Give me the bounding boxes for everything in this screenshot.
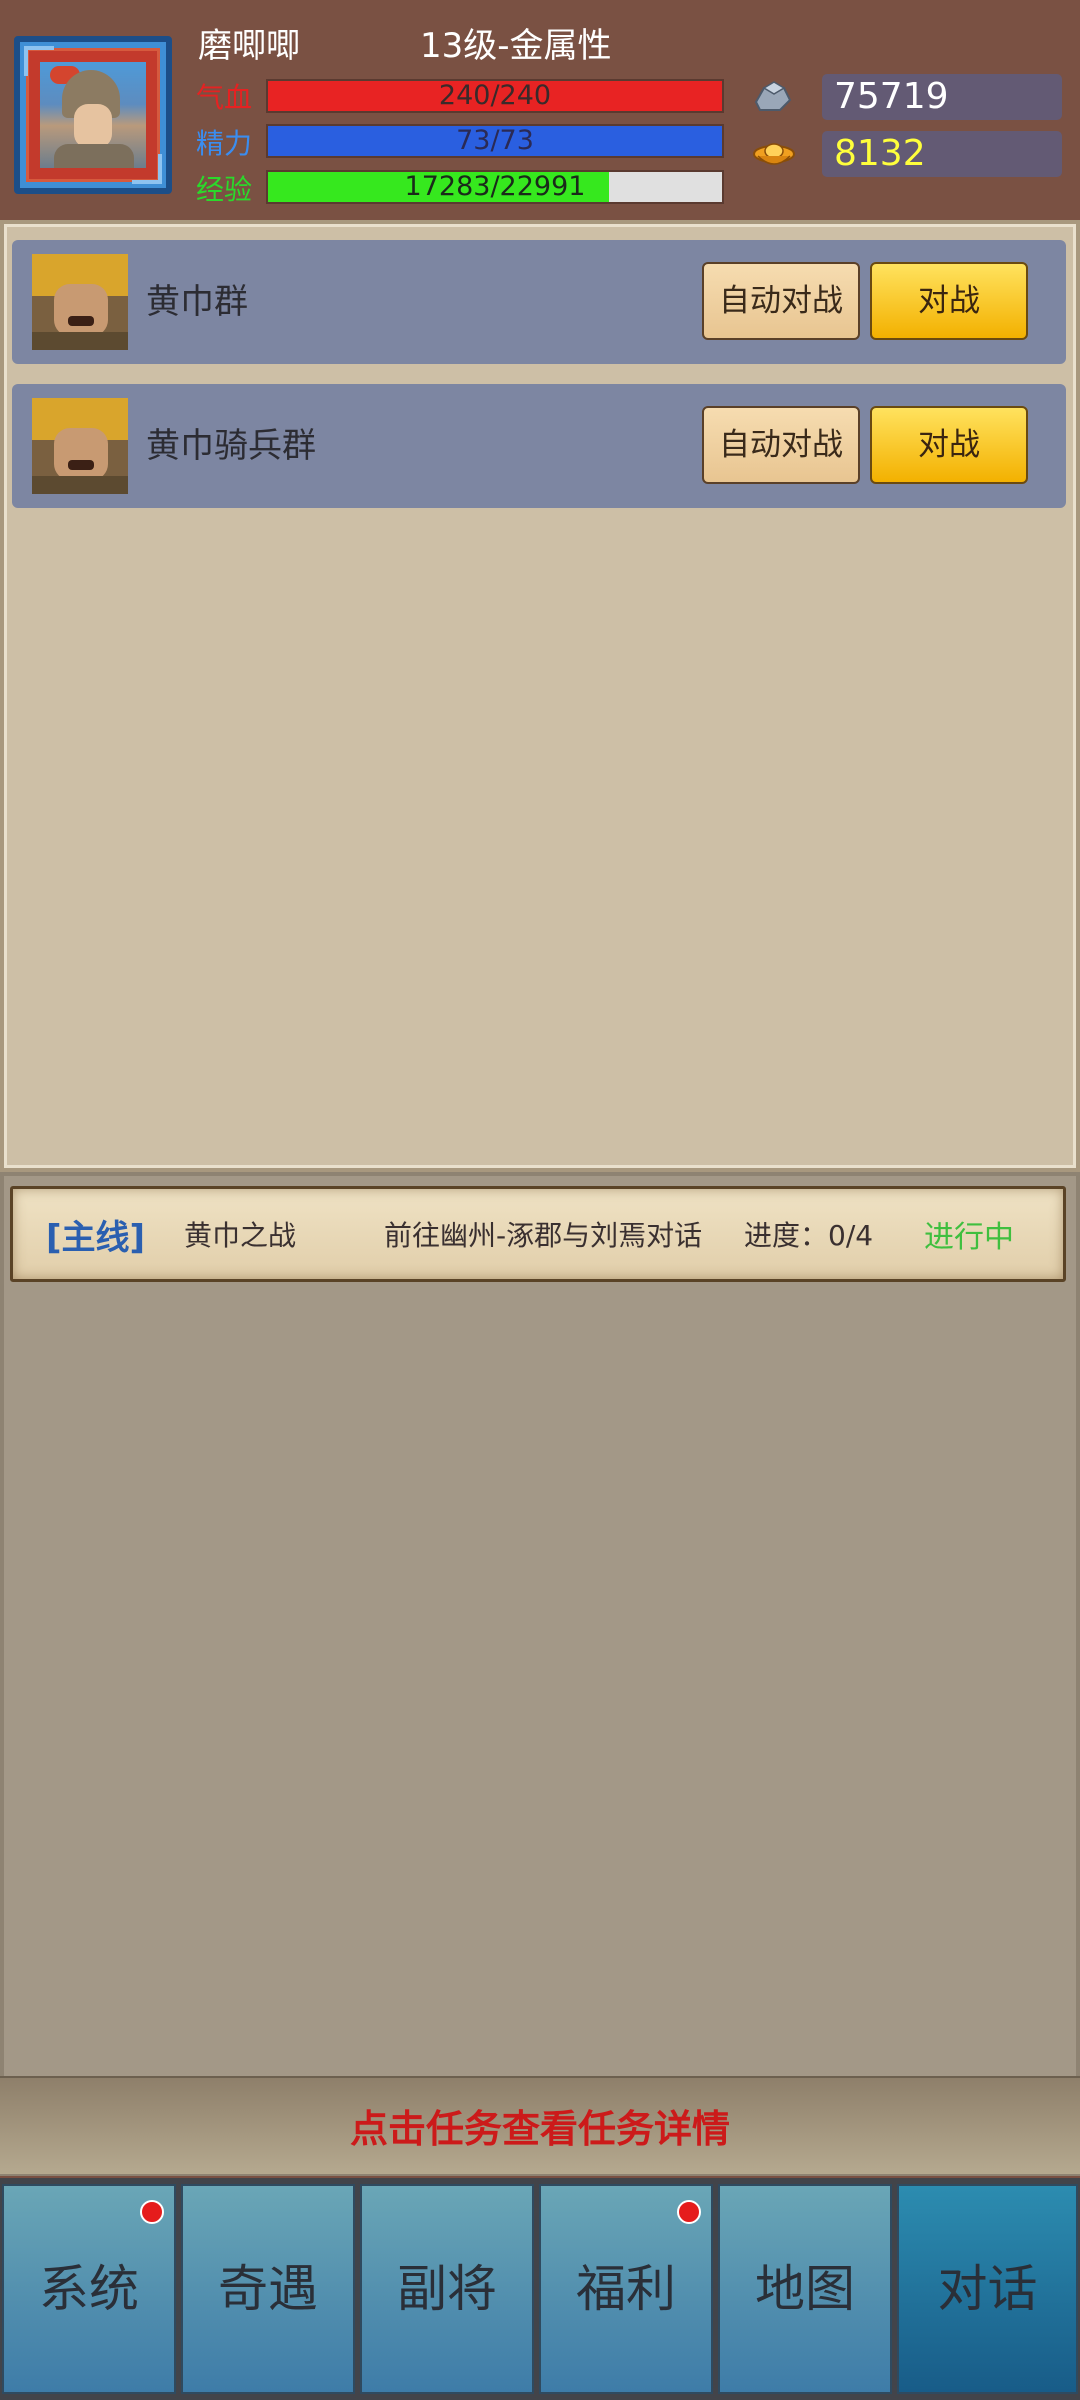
avatar-portrait <box>40 62 146 168</box>
nav-tab-dialogue[interactable]: 对话 <box>897 2184 1078 2394</box>
battle-button[interactable]: 对战 <box>870 262 1028 340</box>
nav-tab-label: 地图 <box>755 2260 855 2318</box>
mp-value: 73/73 <box>456 125 534 156</box>
notification-dot <box>677 2200 701 2224</box>
nav-tab-map[interactable]: 地图 <box>718 2184 892 2394</box>
hp-label: 气血 <box>196 81 253 114</box>
nav-tab-label: 对话 <box>937 2260 1038 2318</box>
xp-bar: 17283/22991 <box>266 170 724 204</box>
enemy-name: 黄巾群 <box>146 282 248 322</box>
hint-text: 点击任务查看任务详情 <box>349 2107 730 2151</box>
player-name: 磨唧唧 <box>198 26 300 66</box>
quest-status: 进行中 <box>924 1220 1014 1255</box>
enemy-portrait <box>32 254 128 350</box>
nav-tab-encounter[interactable]: 奇遇 <box>181 2184 355 2394</box>
nav-tab-lieutenant[interactable]: 副将 <box>360 2184 534 2394</box>
gold-ingot-icon <box>753 143 795 165</box>
gold-amount: 8132 <box>822 131 1062 177</box>
quest-progress: 进度：0/4 <box>744 1219 874 1252</box>
mp-bar: 73/73 <box>266 124 724 158</box>
nav-tab-label: 副将 <box>397 2260 497 2318</box>
nav-tab-welfare[interactable]: 福利 <box>539 2184 713 2394</box>
player-avatar[interactable] <box>14 36 172 194</box>
silver-amount: 75719 <box>822 74 1062 120</box>
player-level: 13级-金属性 <box>420 26 612 66</box>
enemy-portrait <box>32 398 128 494</box>
quest-panel <box>0 1172 1080 2176</box>
quest-type-tag: [主线] <box>46 1218 146 1258</box>
xp-label: 经验 <box>196 173 253 206</box>
quest-name: 黄巾之战 <box>184 1219 297 1252</box>
hp-value: 240/240 <box>438 80 552 111</box>
enemy-row: 黄巾群 自动对战 对战 <box>12 240 1066 364</box>
notification-dot <box>140 2200 164 2224</box>
xp-value: 17283/22991 <box>404 171 586 202</box>
battle-button[interactable]: 对战 <box>870 406 1028 484</box>
quest-description: 前往幽州-涿郡与刘焉对话 <box>384 1219 703 1252</box>
silver-ingot-icon <box>754 81 792 111</box>
auto-battle-button[interactable]: 自动对战 <box>702 262 860 340</box>
auto-battle-button[interactable]: 自动对战 <box>702 406 860 484</box>
enemy-row: 黄巾骑兵群 自动对战 对战 <box>12 384 1066 508</box>
enemy-name: 黄巾骑兵群 <box>146 426 316 466</box>
nav-tab-label: 奇遇 <box>218 2260 318 2318</box>
hp-bar: 240/240 <box>266 79 724 113</box>
nav-tab-system[interactable]: 系统 <box>2 2184 176 2394</box>
mp-label: 精力 <box>196 127 253 160</box>
